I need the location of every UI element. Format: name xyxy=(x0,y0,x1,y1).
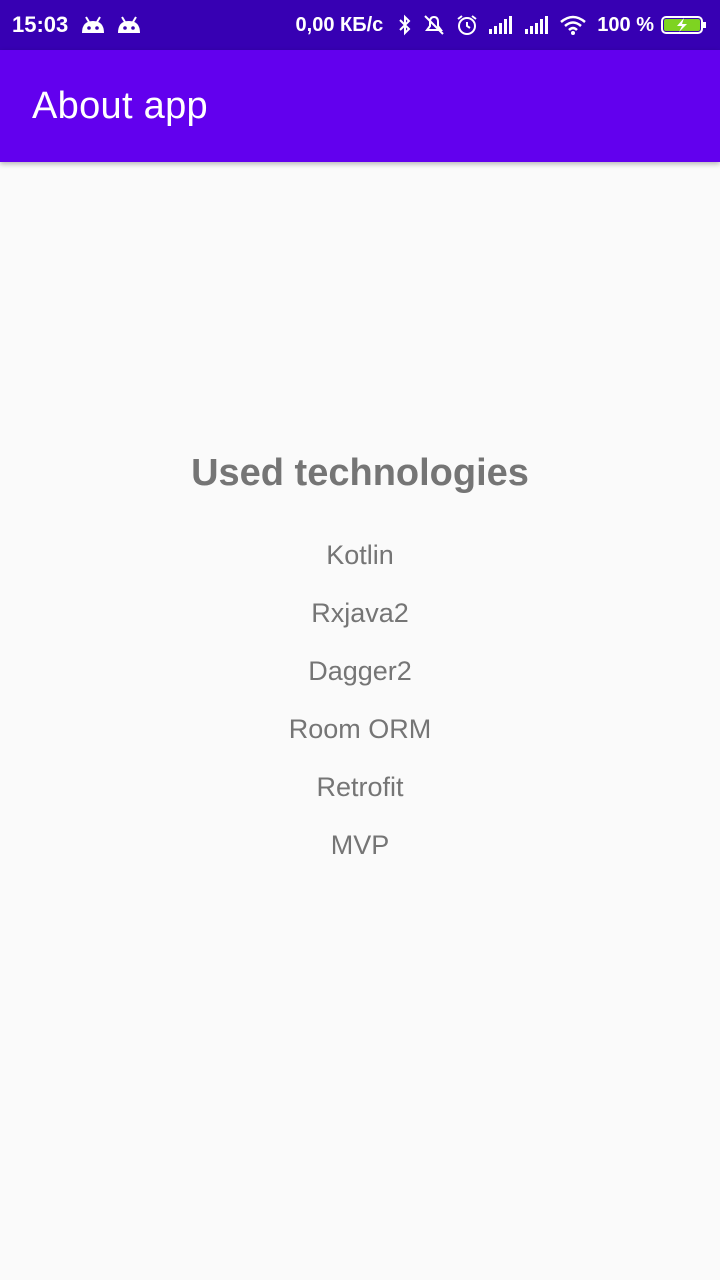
mute-icon xyxy=(421,13,447,37)
android-icon xyxy=(80,15,106,35)
status-bar-left: 15:03 xyxy=(12,12,152,38)
list-item: Retrofit xyxy=(316,772,404,802)
about-content: Used technologies Kotlin Rxjava2 Dagger2… xyxy=(0,440,720,874)
list-item: Rxjava2 xyxy=(311,598,409,628)
list-item: Room ORM xyxy=(288,714,432,744)
battery-percent: 100 % xyxy=(597,13,654,36)
signal-icon xyxy=(487,13,515,37)
battery-charging-icon xyxy=(660,13,708,37)
app-bar: About app xyxy=(0,50,720,162)
list-item: MVP xyxy=(330,830,390,860)
list-item: Kotlin xyxy=(326,540,394,570)
status-bar-right: 0,00 КБ/с 100 % xyxy=(296,13,708,37)
alarm-icon xyxy=(455,13,479,37)
list-item: Dagger2 xyxy=(308,656,412,686)
android-icon xyxy=(116,15,142,35)
status-time: 15:03 xyxy=(12,12,69,37)
bluetooth-icon xyxy=(397,13,413,37)
network-speed: 0,00 КБ/с xyxy=(295,13,384,36)
wifi-icon xyxy=(559,13,587,37)
technology-list: Kotlin Rxjava2 Dagger2 Room ORM Retrofit… xyxy=(0,526,720,874)
page-title: About app xyxy=(32,84,208,127)
signal-icon xyxy=(523,13,551,37)
section-heading: Used technologies xyxy=(191,452,529,494)
status-bar: 15:03 0,00 КБ/с 100 % xyxy=(0,0,720,50)
